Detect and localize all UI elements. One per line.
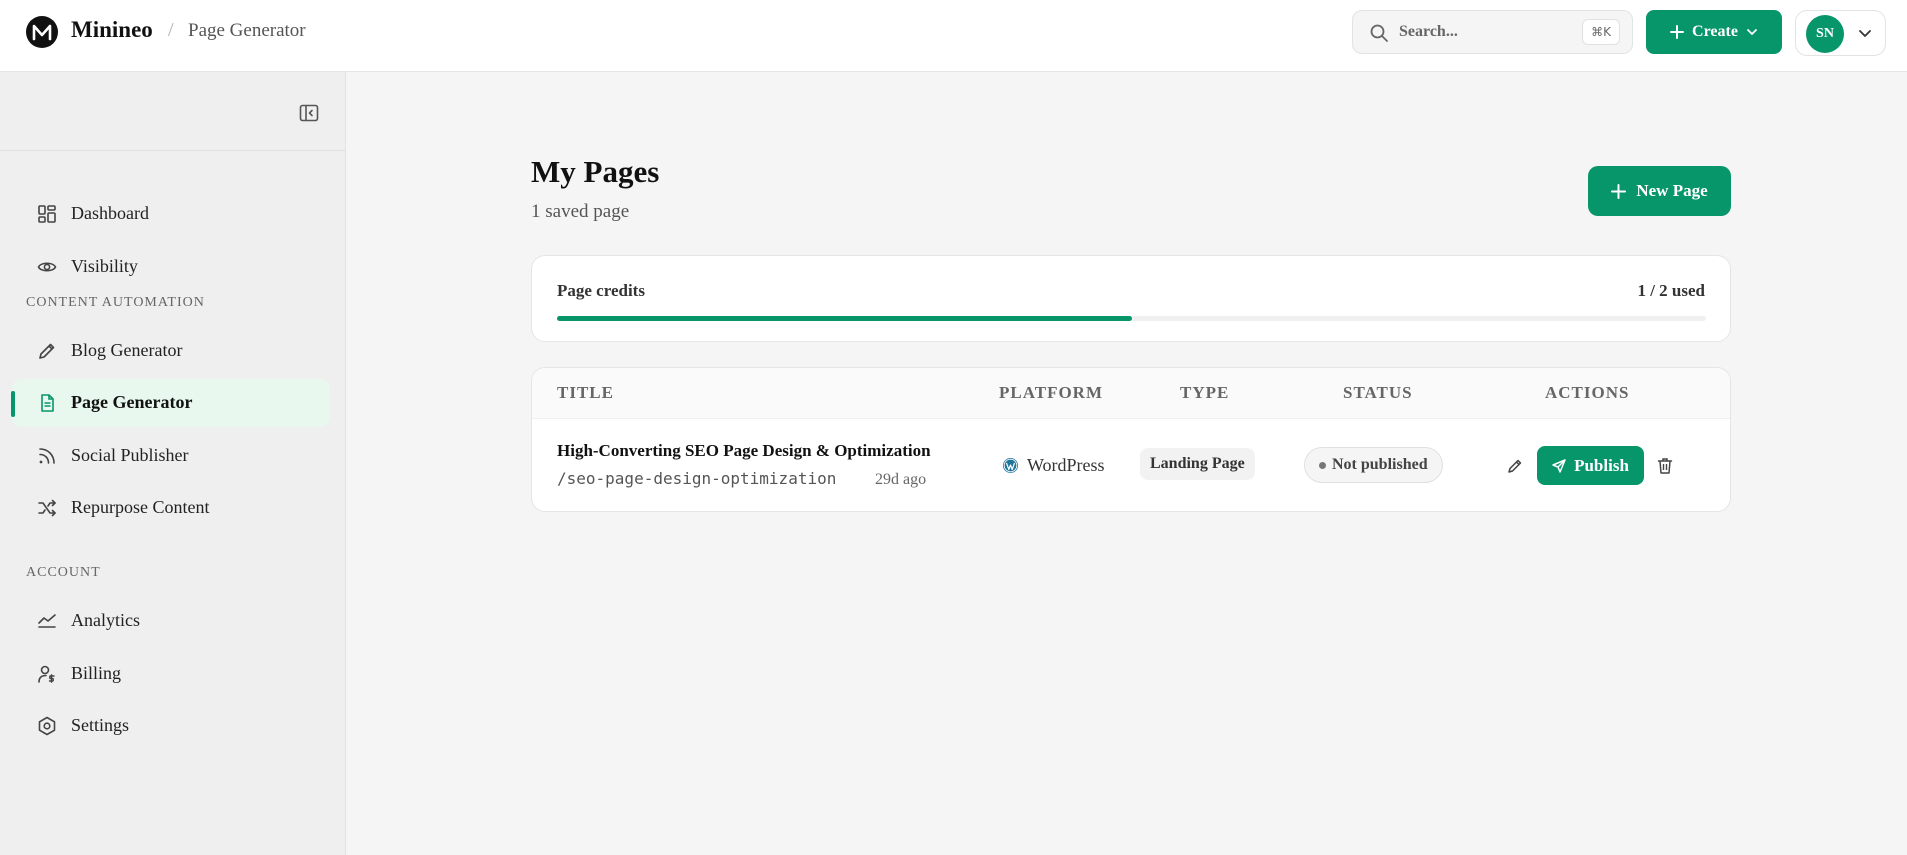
sidebar-item-settings[interactable]: Settings bbox=[12, 702, 330, 750]
sidebar-item-label: Analytics bbox=[71, 610, 140, 630]
page-credits-card: Page credits 1 / 2 used bbox=[531, 255, 1731, 342]
page-slug: /seo-page-design-optimization bbox=[557, 469, 837, 488]
eye-icon bbox=[37, 262, 57, 272]
section-title-account: ACCOUNT bbox=[26, 565, 101, 580]
file-text-icon bbox=[41, 394, 54, 412]
table-row[interactable]: High-Converting SEO Page Design & Optimi… bbox=[532, 419, 1730, 511]
sidebar-item-dashboard[interactable]: Dashboard bbox=[12, 190, 330, 238]
hexagon-settings-icon bbox=[38, 716, 56, 736]
dashboard-icon bbox=[38, 205, 56, 223]
sidebar-item-page-generator[interactable]: Page Generator bbox=[11, 379, 330, 427]
page-title: My Pages bbox=[531, 154, 660, 189]
chevron-down-icon bbox=[1859, 30, 1871, 37]
create-button[interactable]: Create bbox=[1646, 10, 1782, 54]
publish-button[interactable]: Publish bbox=[1537, 446, 1644, 485]
column-header-status: STATUS bbox=[1343, 383, 1413, 402]
breadcrumb: Page Generator bbox=[188, 20, 306, 41]
publish-label: Publish bbox=[1574, 455, 1629, 475]
minineo-logo-icon[interactable] bbox=[26, 16, 58, 48]
column-header-type: TYPE bbox=[1180, 383, 1230, 402]
page-title-cell[interactable]: High-Converting SEO Page Design & Optimi… bbox=[557, 441, 962, 461]
page-age: 29d ago bbox=[875, 471, 927, 488]
plus-icon bbox=[1611, 183, 1627, 199]
credits-label: Page credits bbox=[557, 281, 645, 300]
platform-cell: WordPress bbox=[1002, 455, 1105, 476]
search-bar[interactable]: Search... ⌘K bbox=[1352, 10, 1633, 54]
credits-progress-bar bbox=[557, 316, 1706, 321]
user-dollar-icon bbox=[38, 665, 55, 683]
chart-line-icon bbox=[38, 614, 56, 628]
sidebar-item-label: Settings bbox=[71, 715, 130, 735]
sidebar-item-analytics[interactable]: Analytics bbox=[12, 597, 330, 645]
sidebar-item-label: Blog Generator bbox=[71, 340, 183, 360]
search-icon bbox=[1370, 24, 1388, 42]
credits-used: 1 / 2 used bbox=[1637, 281, 1705, 300]
sidebar-item-visibility[interactable]: Visibility bbox=[12, 243, 330, 291]
plus-icon bbox=[1670, 25, 1685, 39]
breadcrumb-separator: / bbox=[168, 19, 174, 41]
pages-table: TITLE PLATFORM TYPE STATUS ACTIONS High-… bbox=[531, 367, 1731, 512]
trash-icon[interactable] bbox=[1655, 456, 1675, 476]
table-header: TITLE PLATFORM TYPE STATUS ACTIONS bbox=[532, 368, 1730, 419]
rss-icon bbox=[39, 448, 55, 464]
sidebar-item-label: Social Publisher bbox=[71, 445, 189, 465]
sidebar-item-label: Repurpose Content bbox=[71, 497, 210, 517]
sidebar-item-repurpose-content[interactable]: Repurpose Content bbox=[12, 484, 330, 532]
sidebar-item-billing[interactable]: Billing bbox=[12, 650, 330, 698]
chevron-down-icon bbox=[1747, 29, 1757, 35]
pencil-icon bbox=[39, 343, 55, 359]
new-page-button[interactable]: New Page bbox=[1588, 166, 1731, 216]
column-header-actions: ACTIONS bbox=[1545, 383, 1630, 402]
status-dot-icon bbox=[1319, 461, 1326, 469]
sidebar-item-social-publisher[interactable]: Social Publisher bbox=[12, 432, 330, 480]
sidebar-item-label: Dashboard bbox=[71, 203, 149, 223]
sidebar-divider bbox=[0, 150, 346, 151]
status-text: Not published bbox=[1332, 456, 1428, 473]
user-menu[interactable]: SN bbox=[1795, 10, 1886, 56]
sidebar-item-blog-generator[interactable]: Blog Generator bbox=[12, 327, 330, 375]
search-shortcut: ⌘K bbox=[1582, 19, 1620, 45]
sidebar-item-label: Billing bbox=[71, 663, 122, 683]
collapse-sidebar-icon[interactable] bbox=[298, 102, 320, 124]
edit-pencil-icon[interactable] bbox=[1505, 456, 1525, 476]
brand-name[interactable]: Minineo bbox=[71, 17, 153, 43]
credits-progress-fill bbox=[557, 316, 1132, 321]
column-header-platform: PLATFORM bbox=[999, 383, 1104, 402]
new-page-label: New Page bbox=[1636, 181, 1708, 200]
sidebar: Dashboard Visibility CONTENT AUTOMATION … bbox=[0, 72, 346, 855]
send-icon bbox=[1552, 458, 1566, 473]
platform-name: WordPress bbox=[1027, 455, 1105, 475]
status-badge: Not published bbox=[1304, 447, 1443, 483]
avatar[interactable]: SN bbox=[1806, 15, 1844, 53]
create-label: Create bbox=[1692, 23, 1738, 40]
page-subtitle: 1 saved page bbox=[531, 201, 630, 222]
type-badge: Landing Page bbox=[1140, 448, 1255, 480]
shuffle-icon bbox=[38, 499, 56, 517]
search-placeholder: Search... bbox=[1399, 23, 1458, 40]
wordpress-icon bbox=[1003, 458, 1018, 473]
section-title-content-automation: CONTENT AUTOMATION bbox=[26, 295, 205, 310]
sidebar-item-label: Page Generator bbox=[71, 392, 193, 412]
top-header: Minineo / Page Generator Search... ⌘K Cr… bbox=[0, 0, 1907, 72]
column-header-title: TITLE bbox=[557, 383, 614, 402]
sidebar-item-label: Visibility bbox=[71, 256, 138, 276]
